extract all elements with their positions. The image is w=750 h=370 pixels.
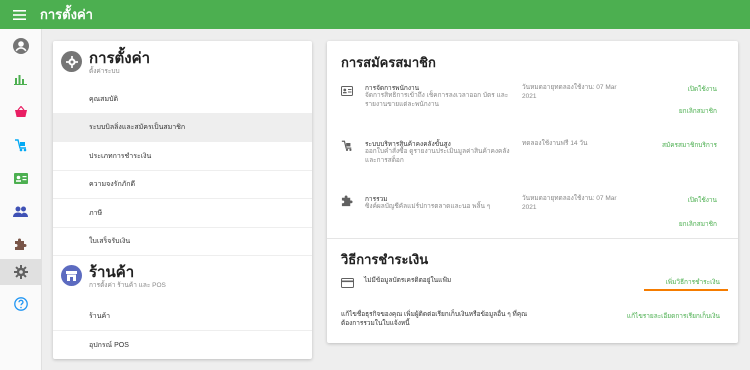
highlight-underline bbox=[644, 289, 728, 291]
subscription-row-integrations: การรวม ซิงค์ผลบัญชีคัลแม่ร์ปการตลาดและนอ… bbox=[341, 194, 731, 234]
gear-icon bbox=[61, 51, 82, 72]
page-title: การตั้งค่า bbox=[40, 7, 93, 22]
section-divider bbox=[327, 238, 738, 239]
gear-icon[interactable] bbox=[0, 259, 41, 285]
edit-billing-details-link[interactable]: แก้ไขรายละเอียดการเรียกเก็บเงิน bbox=[627, 311, 720, 321]
store-section-title: ร้านค้า bbox=[89, 264, 135, 281]
subscribe-button[interactable]: สมัครสมาชิกบริการ bbox=[662, 140, 717, 150]
account-icon[interactable] bbox=[0, 33, 41, 59]
hamburger-icon[interactable] bbox=[0, 0, 38, 29]
subscription-row-employees: การจัดการพนักงาน จัดการสิทธิการเข้าถึง เ… bbox=[341, 83, 731, 123]
store-section-header: ร้านค้า การตั้งค่า ร้านค้า และ POS bbox=[61, 264, 166, 290]
credit-card-icon bbox=[341, 275, 355, 288]
subscription-status: ทดลองใช้งานฟรี 14 วัน bbox=[522, 140, 588, 147]
store-section-subtitle: การตั้งค่า ร้านค้า และ POS bbox=[89, 282, 166, 289]
puzzle-icon[interactable] bbox=[0, 231, 41, 257]
no-card-text: ไม่มีข้อมูลบัตรเครดิตอยู่ในแฟ้ม bbox=[364, 277, 452, 284]
settings-section-subtitle: ตั้งค่าระบบ bbox=[89, 68, 120, 75]
settings-section-header: การตั้งค่า ตั้งค่าระบบ bbox=[61, 50, 150, 76]
activate-button[interactable]: เปิดใช้งาน bbox=[688, 84, 717, 94]
store-icon bbox=[61, 265, 82, 286]
puzzle-icon bbox=[341, 194, 353, 207]
bar-chart-icon[interactable] bbox=[0, 66, 41, 92]
menu-item-taxes[interactable]: ภาษี bbox=[53, 200, 312, 228]
menu-item-billing[interactable]: ระบบบิลลิ่งและสมัครเป็นสมาชิก bbox=[53, 114, 312, 142]
menu-item-receipts[interactable]: ใบเสร็จรับเงิน bbox=[53, 228, 312, 256]
cancel-subscription-button[interactable]: ยกเลิกสมาชิก bbox=[679, 106, 717, 116]
add-payment-method-link[interactable]: เพิ่มวิธีการชำระเงิน bbox=[666, 277, 720, 287]
activate-button[interactable]: เปิดใช้งาน bbox=[688, 195, 717, 205]
subscription-status: วันหมดอายุทดลองใช้งาน: 07 Mar 2021 bbox=[522, 84, 617, 100]
menu-item-loyalty[interactable]: ความจงรักภักดี bbox=[53, 171, 312, 199]
people-icon[interactable] bbox=[0, 198, 41, 224]
basket-icon[interactable] bbox=[0, 99, 41, 125]
menu-item-pos-devices[interactable]: อุปกรณ์ POS bbox=[53, 331, 312, 359]
top-app-bar: การตั้งค่า bbox=[0, 0, 750, 29]
subscription-row-inventory: ระบบบริหารสินค้าคงคลังขั้นสูง ออกใบคำสั่… bbox=[341, 139, 731, 175]
subscription-status: วันหมดอายุทดลองใช้งาน: 07 Mar 2021 bbox=[522, 195, 617, 211]
subscription-desc: ออกใบคำสั่งซื้อ ดูรายงานประเมินมูลค่าสิน… bbox=[365, 148, 510, 164]
nav-rail bbox=[0, 29, 42, 370]
cancel-subscription-button[interactable]: ยกเลิกสมาชิก bbox=[679, 219, 717, 229]
settings-section-title: การตั้งค่า bbox=[89, 50, 151, 67]
id-card-icon[interactable] bbox=[0, 165, 41, 191]
billing-info-text: แก้ไขชื่อธุรกิจของคุณ เพิ่มผู้ติดต่อเรีย… bbox=[341, 311, 528, 327]
help-icon[interactable] bbox=[0, 291, 41, 317]
id-badge-icon bbox=[341, 83, 353, 96]
trolley-icon[interactable] bbox=[0, 132, 41, 158]
menu-item-payment-types[interactable]: ประเภทการชำระเงิน bbox=[53, 143, 312, 171]
subscription-desc: ซิงค์ผลบัญชีคัลแม่ร์ปการตลาดและนอ พลิ้น … bbox=[365, 203, 491, 210]
billing-panel: การสมัครสมาชิก การจัดการพนักงาน จัดการสิ… bbox=[327, 41, 738, 343]
settings-nav-panel: การตั้งค่า ตั้งค่าระบบ คุณสมบัติ ระบบบิล… bbox=[53, 41, 312, 359]
membership-title: การสมัครสมาชิก bbox=[341, 55, 436, 70]
subscription-desc: จัดการสิทธิการเข้าถึง เช็คการลงเวลาออก บ… bbox=[365, 92, 509, 108]
menu-item-stores[interactable]: ร้านค้า bbox=[53, 303, 312, 331]
menu-item-features[interactable]: คุณสมบัติ bbox=[53, 86, 312, 114]
trolley-icon bbox=[341, 139, 353, 151]
payment-method-title: วิธีการชำระเงิน bbox=[341, 252, 429, 267]
